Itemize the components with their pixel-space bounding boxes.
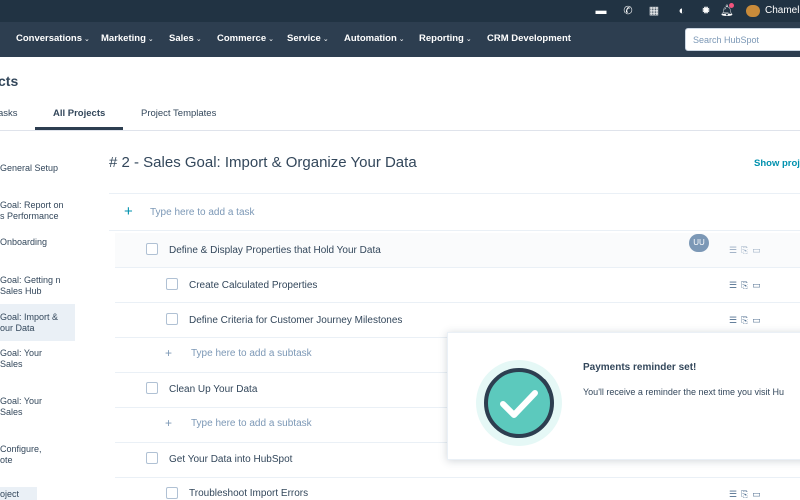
nav-commerce[interactable]: Commerce ⌄ [217,33,274,44]
toast-body: You'll receive a reminder the next time … [583,387,784,397]
sidebar-item-your-sales-1[interactable]: Goal: Your Sales [0,348,50,370]
nav-crm-development[interactable]: CRM Development [487,33,571,44]
task-checkbox[interactable] [146,382,158,394]
chevron-down-icon: ⌄ [465,36,472,43]
plus-icon[interactable]: + [165,416,172,430]
page-title: cts [0,73,19,89]
help-icon[interactable]: ◐ [675,4,689,18]
sidebar-item-onboarding[interactable]: Onboarding [0,237,75,248]
task-label[interactable]: Get Your Data into HubSpot [169,454,292,465]
add-subtask-input[interactable]: Type here to add a subtask [191,348,312,359]
main-nav: Conversations ⌄ Marketing ⌄ Sales ⌄ Commerc… [0,22,800,57]
subtask-label[interactable]: Create Calculated Properties [189,280,317,291]
chevron-down-icon: ⌄ [398,36,405,43]
sidebar-item-general-setup[interactable]: General Setup [0,163,75,174]
task-label[interactable]: Clean Up Your Data [169,384,257,395]
subtask-actions[interactable]: ☰⎘▭ [729,280,765,291]
subtask-actions[interactable]: ☰⎘▭ [729,489,765,500]
sidebar-item-report-performance[interactable]: Goal: Report on s Performance [0,200,70,222]
success-check-icon [476,360,562,446]
sidebar-item-your-sales-2[interactable]: Goal: Your Sales [0,396,50,418]
nav-conversations[interactable]: Conversations ⌄ [16,33,90,44]
subtask-checkbox[interactable] [166,278,178,290]
sidebar-item-getting-started[interactable]: Goal: Getting n Sales Hub [0,275,62,297]
plus-icon[interactable]: + [165,346,172,360]
search-placeholder: Search HubSpot [693,35,760,45]
nav-sales[interactable]: Sales ⌄ [169,33,202,44]
task-checkbox[interactable] [146,243,158,255]
project-title: # 2 - Sales Goal: Import & Organize Your… [109,154,417,171]
active-tab-indicator [35,127,123,130]
avatar[interactable] [746,5,760,17]
nav-reporting[interactable]: Reporting ⌄ [419,33,472,44]
chevron-down-icon: ⌄ [322,36,329,43]
tab-project-templates[interactable]: Project Templates [141,108,216,119]
chevron-down-icon: ⌄ [147,36,154,43]
add-task-input[interactable]: Type here to add a task [150,207,255,218]
tab-tasks[interactable]: asks [0,108,18,119]
sidebar-item-project[interactable]: oject [0,489,75,500]
tab-bar: asks All Projects Project Templates [0,96,800,131]
search-input[interactable]: Search HubSpot [685,28,800,51]
plus-icon[interactable]: + [124,204,133,219]
account-name[interactable]: Chameleon [765,5,800,16]
marketplace-icon[interactable]: ▬ [594,4,608,18]
calling-icon[interactable]: ✆ [621,4,635,18]
add-subtask-input[interactable]: Type here to add a subtask [191,418,312,429]
settings-icon[interactable]: ✹ [699,4,713,18]
subtask-checkbox[interactable] [166,487,178,499]
nav-automation[interactable]: Automation ⌄ [344,33,405,44]
subtask-label[interactable]: Define Criteria for Customer Journey Mil… [189,315,402,326]
subtask-actions[interactable]: ☰⎘▭ [729,315,765,326]
task-label[interactable]: Define & Display Properties that Hold Yo… [169,245,381,256]
sidebar-item-import-data[interactable]: Goal: Import & our Data [0,312,70,334]
tab-all-projects[interactable]: All Projects [53,108,105,119]
toast-title: Payments reminder set! [583,362,697,373]
chevron-down-icon: ⌄ [84,36,90,43]
show-project-link[interactable]: Show proj [754,158,800,169]
top-utility-bar: ▬ ✆ ▦ ◐ ✹ 🔔︎ Chameleon [0,0,800,22]
nav-marketing[interactable]: Marketing ⌄ [101,33,154,44]
sidebar-item-configure[interactable]: Configure, ote [0,444,52,466]
subtask-checkbox[interactable] [166,313,178,325]
task-actions[interactable]: ☰⎘▭ [729,245,765,256]
nav-service[interactable]: Service ⌄ [287,33,329,44]
notification-badge [729,3,734,8]
subtask-label[interactable]: Troubleshoot Import Errors [189,488,308,499]
chevron-down-icon: ⌄ [195,36,202,43]
app-store-icon[interactable]: ▦ [647,4,661,18]
task-checkbox[interactable] [146,452,158,464]
assignee-avatar[interactable]: UU [689,234,709,252]
chevron-down-icon: ⌄ [268,36,274,43]
